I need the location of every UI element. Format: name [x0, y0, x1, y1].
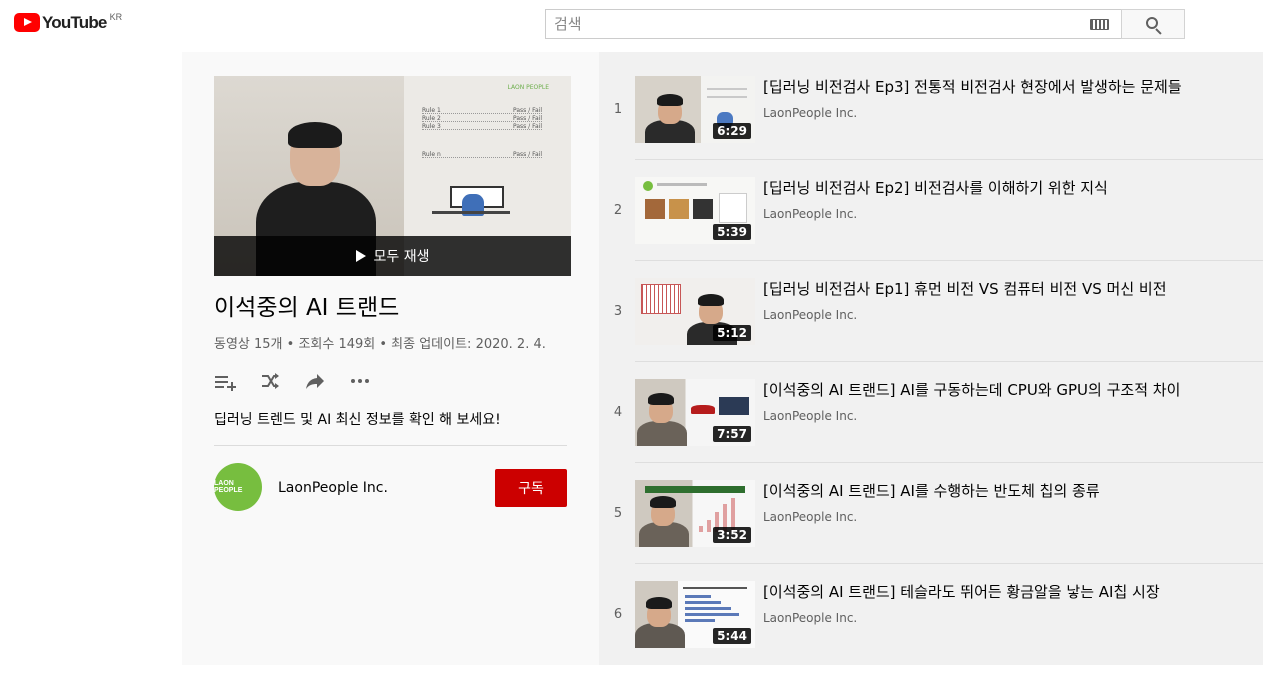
video-title[interactable]: [딥러닝 비전검사 Ep3] 전통적 비전검사 현장에서 발생하는 문제들 — [763, 76, 1182, 97]
video-channel[interactable]: LaonPeople Inc. — [763, 611, 857, 625]
hero-rule-row: Rule n Pass / Fail — [422, 151, 542, 158]
video-duration: 5:44 — [713, 628, 751, 644]
play-icon — [355, 250, 366, 262]
row-divider — [635, 260, 1263, 261]
video-title[interactable]: [이석중의 AI 트랜드] 테슬라도 뛰어든 황금알을 낳는 AI칩 시장 — [763, 581, 1160, 602]
video-index: 4 — [613, 405, 623, 420]
add-to-queue-icon[interactable] — [214, 371, 236, 391]
hero-rule-row: Rule 1 Pass / Fail — [422, 107, 542, 114]
keyboard-icon[interactable] — [1090, 19, 1109, 30]
list-item[interactable]: 2 5:39 [딥러닝 비전검사 Ep2] 비전검사를 이해하기 위한 지식 L… — [599, 177, 1263, 278]
video-thumbnail[interactable]: 6:29 — [635, 76, 755, 143]
hero-rules: Rule 1 Pass / Fail Rule 2 Pass / Fail Rule… — [422, 108, 542, 160]
more-icon[interactable] — [349, 371, 371, 391]
hero-rule-row: Rule 2 Pass / Fail — [422, 115, 542, 122]
play-all-button[interactable]: 모두 재생 — [214, 236, 571, 276]
video-thumbnail[interactable]: 5:39 — [635, 177, 755, 244]
video-title[interactable]: [딥러닝 비전검사 Ep1] 휴먼 비전 VS 컴퓨터 비전 VS 머신 비전 — [763, 278, 1167, 299]
video-duration: 5:39 — [713, 224, 751, 240]
youtube-logo[interactable]: YouTube KR — [14, 12, 123, 33]
playlist-stats: 동영상 15개 • 조회수 149회 • 최종 업데이트: 2020. 2. 4… — [214, 337, 546, 352]
video-channel[interactable]: LaonPeople Inc. — [763, 207, 857, 221]
play-all-label: 모두 재생 — [373, 249, 430, 265]
subscribe-button[interactable]: 구독 — [495, 469, 567, 507]
video-duration: 3:52 — [713, 527, 751, 543]
list-item[interactable]: 3 5:12 [딥러닝 비전검사 Ep1] 휴먼 비전 VS 컴퓨터 비전 VS… — [599, 278, 1263, 379]
video-thumbnail[interactable]: 5:44 — [635, 581, 755, 648]
video-thumbnail[interactable]: 5:12 — [635, 278, 755, 345]
channel-avatar[interactable]: LAON PEOPLE — [214, 463, 262, 511]
youtube-play-icon — [14, 13, 40, 32]
video-index: 3 — [613, 304, 623, 319]
playlist-video-list: 1 6:29 [딥러닝 비전검사 Ep3] 전통적 비전검사 현장에서 발생하는… — [599, 52, 1263, 665]
search-input[interactable] — [546, 10, 1066, 38]
playlist-sidebar: LAON PEOPLE Rule 1 Pass / Fail Rule 2 Pass… — [182, 52, 599, 665]
search-button[interactable] — [1121, 9, 1185, 39]
share-icon[interactable] — [304, 371, 326, 391]
search-icon-handle — [1155, 28, 1162, 35]
video-duration: 5:12 — [713, 325, 751, 341]
list-item[interactable]: 6 5:44 [이석중의 AI 트랜드] 테슬라도 뛰어든 황금알을 낳는 AI… — [599, 581, 1263, 682]
playlist-hero-thumbnail[interactable]: LAON PEOPLE Rule 1 Pass / Fail Rule 2 Pass… — [214, 76, 571, 276]
video-index: 5 — [613, 506, 623, 521]
video-title[interactable]: [딥러닝 비전검사 Ep2] 비전검사를 이해하기 위한 지식 — [763, 177, 1108, 198]
video-duration: 7:57 — [713, 426, 751, 442]
region-code: KR — [109, 12, 123, 22]
divider — [214, 445, 567, 446]
list-item[interactable]: 5 3:52 [이석중의 AI 트랜드] AI를 수행하는 반도체 칩의 종류 … — [599, 480, 1263, 581]
video-title[interactable]: [이석중의 AI 트랜드] AI를 구동하는데 CPU와 GPU의 구조적 차이 — [763, 379, 1180, 400]
video-thumbnail[interactable]: 7:57 — [635, 379, 755, 446]
search-box — [545, 9, 1121, 39]
video-channel[interactable]: LaonPeople Inc. — [763, 308, 857, 322]
video-channel[interactable]: LaonPeople Inc. — [763, 510, 857, 524]
video-index: 6 — [613, 607, 623, 622]
hero-person-hair — [288, 122, 342, 148]
row-divider — [635, 462, 1263, 463]
video-thumbnail[interactable]: 3:52 — [635, 480, 755, 547]
video-title[interactable]: [이석중의 AI 트랜드] AI를 수행하는 반도체 칩의 종류 — [763, 480, 1100, 501]
hero-logo: LAON PEOPLE — [507, 84, 549, 91]
playlist-title[interactable]: 이석중의 AI 트랜드 — [214, 288, 399, 322]
playlist-description: 딥러닝 트렌드 및 AI 최신 정보를 확인 해 보세요! — [214, 412, 501, 428]
list-item[interactable]: 1 6:29 [딥러닝 비전검사 Ep3] 전통적 비전검사 현장에서 발생하는… — [599, 76, 1263, 177]
hero-rule-row: Rule 3 Pass / Fail — [422, 123, 542, 130]
top-bar: YouTube KR — [0, 0, 1263, 52]
video-channel[interactable]: LaonPeople Inc. — [763, 106, 857, 120]
hero-desk — [432, 211, 510, 214]
video-channel[interactable]: LaonPeople Inc. — [763, 409, 857, 423]
playlist-actions — [214, 370, 394, 392]
channel-name[interactable]: LaonPeople Inc. — [278, 480, 388, 496]
video-index: 2 — [613, 203, 623, 218]
video-duration: 6:29 — [713, 123, 751, 139]
row-divider — [635, 563, 1263, 564]
shuffle-icon[interactable] — [259, 371, 281, 391]
video-index: 1 — [613, 102, 623, 117]
row-divider — [635, 361, 1263, 362]
list-item[interactable]: 4 7:57 [이석중의 AI 트랜드] AI를 구동하는데 CPU와 GPU의… — [599, 379, 1263, 480]
row-divider — [635, 159, 1263, 160]
logo-text: YouTube — [42, 13, 107, 32]
